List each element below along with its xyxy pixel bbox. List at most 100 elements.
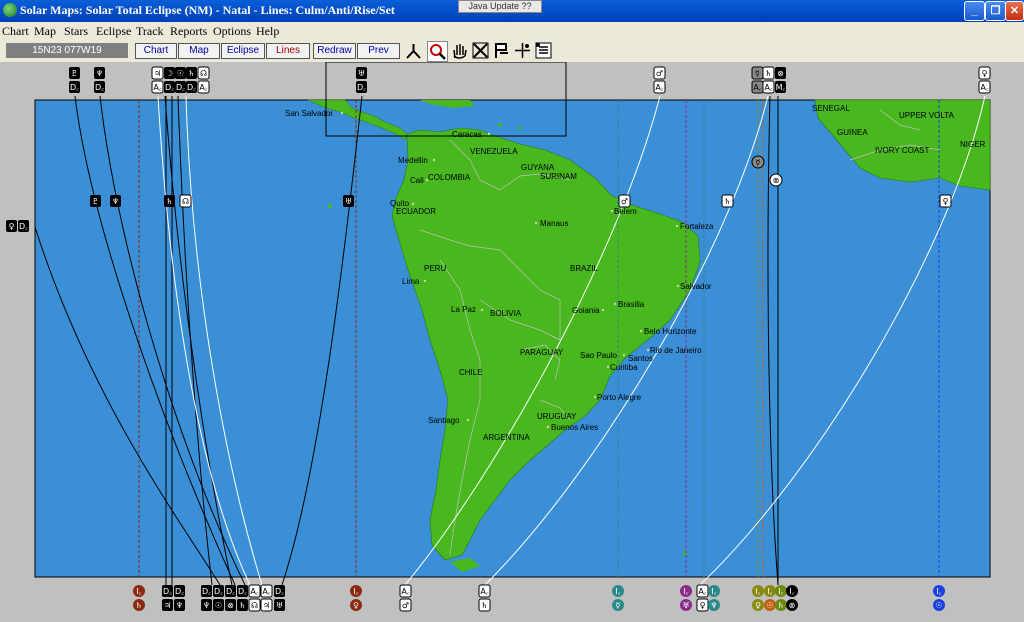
title-bar: Solar Maps: Solar Total Eclipse (NM) - N… <box>0 0 1024 22</box>
svg-text:♇: ♇ <box>92 197 99 206</box>
svg-text:M꜀: M꜀ <box>776 83 786 92</box>
menu-bar: Chart Map Stars Eclipse Track Reports Op… <box>0 22 1024 40</box>
mid-marker-fortune[interactable]: ⊗ <box>769 173 783 187</box>
java-update-tooltip[interactable]: Java Update ?? <box>458 0 542 13</box>
cross-tool-icon[interactable] <box>471 41 490 60</box>
zoom-tool-icon[interactable] <box>427 41 448 62</box>
city-goiania: Goiania <box>572 306 600 315</box>
country-colombia: COLOMBIA <box>428 173 471 182</box>
svg-text:♆: ♆ <box>203 601 210 610</box>
svg-text:♅: ♅ <box>276 601 283 610</box>
svg-text:A꜀: A꜀ <box>262 587 270 596</box>
country-brazil: BRAZIL <box>570 264 599 273</box>
menu-stars[interactable]: Stars <box>64 24 88 39</box>
svg-text:♅: ♅ <box>345 197 352 206</box>
svg-text:I꜀: I꜀ <box>353 587 358 596</box>
svg-text:D꜀: D꜀ <box>202 587 211 596</box>
city-la-paz: La Paz <box>451 305 476 314</box>
svg-text:A꜀: A꜀ <box>199 83 207 92</box>
mid-marker-uranus[interactable]: ♅ <box>343 195 354 207</box>
maximize-button[interactable]: ❐ <box>985 1 1006 21</box>
country-surinam: SURINAM <box>540 172 577 181</box>
minimize-button[interactable]: _ <box>964 1 985 21</box>
mid-marker-venus[interactable]: ♀ <box>939 194 952 208</box>
city-santos: Santos <box>628 354 653 363</box>
island <box>498 123 502 127</box>
menu-help[interactable]: Help <box>256 24 279 39</box>
city-rio-de-janeiro: Rio de Janeiro <box>650 346 702 355</box>
svg-text:♄: ♄ <box>481 601 488 610</box>
svg-text:D꜀: D꜀ <box>187 83 196 92</box>
svg-text:♀: ♀ <box>353 601 359 610</box>
menu-eclipse[interactable]: Eclipse <box>96 24 131 39</box>
menu-reports[interactable]: Reports <box>170 24 207 39</box>
crosshair-tool-icon[interactable] <box>513 41 532 60</box>
svg-text:♄: ♄ <box>166 197 173 206</box>
svg-text:♃: ♃ <box>154 69 161 78</box>
svg-text:I꜀: I꜀ <box>136 587 141 596</box>
chart-button[interactable]: Chart <box>135 43 177 59</box>
city-sao-paulo: Sao Paulo <box>580 351 617 360</box>
svg-text:♆: ♆ <box>176 601 183 610</box>
mid-marker-mercury[interactable]: ☿ <box>751 155 765 169</box>
menu-track[interactable]: Track <box>136 24 164 39</box>
svg-text:D꜀: D꜀ <box>175 587 184 596</box>
svg-text:A꜀: A꜀ <box>764 83 772 92</box>
svg-text:I꜀: I꜀ <box>767 587 772 596</box>
eclipse-button[interactable]: Eclipse <box>221 43 265 59</box>
mid-marker-mars[interactable]: ♂ <box>618 194 631 208</box>
svg-text:I꜀: I꜀ <box>778 587 783 596</box>
svg-text:I꜀: I꜀ <box>615 587 620 596</box>
country-ecuador: ECUADOR <box>396 207 436 216</box>
lines-button[interactable]: Lines <box>266 43 310 59</box>
prev-button[interactable]: Prev <box>357 43 400 59</box>
menu-chart[interactable]: Chart <box>2 24 29 39</box>
info-tool-icon[interactable] <box>534 41 553 60</box>
svg-text:☊: ☊ <box>182 197 189 206</box>
mid-marker-neptune[interactable]: ♆ <box>110 195 121 207</box>
country-senegal: SENEGAL <box>812 104 850 113</box>
svg-text:⊗: ⊗ <box>789 601 796 610</box>
svg-text:☉: ☉ <box>935 601 942 610</box>
svg-text:☿: ☿ <box>755 69 760 78</box>
svg-text:♂: ♂ <box>656 69 663 78</box>
svg-text:♀: ♀ <box>943 197 949 206</box>
svg-text:D꜀: D꜀ <box>70 83 79 92</box>
svg-text:☿: ☿ <box>756 158 761 167</box>
person-tool-icon[interactable] <box>404 41 423 60</box>
svg-text:D꜀: D꜀ <box>176 83 185 92</box>
menu-map[interactable]: Map <box>34 24 56 39</box>
mid-marker-saturn[interactable]: ♄ <box>164 195 175 207</box>
svg-text:♀: ♀ <box>755 601 761 610</box>
country-venezuela: VENEZUELA <box>470 147 518 156</box>
redraw-button[interactable]: Redraw <box>313 43 356 59</box>
svg-text:♅: ♅ <box>682 601 689 610</box>
svg-text:⊗: ⊗ <box>777 69 784 78</box>
map-canvas[interactable]: ♇ D꜀ ♆ D꜀ ♃ A꜀ ☽ D꜀ ☉ D꜀ ♄ D꜀ ☊ A꜀ ♅ D꜀ <box>0 62 1024 622</box>
city-manaus: Manaus <box>540 219 568 228</box>
country-guinea: GUINEA <box>837 128 868 137</box>
toolbar: 15N23 077W19 Chart Map Eclipse Lines Red… <box>0 40 1024 62</box>
mid-marker-saturn-2[interactable]: ♄ <box>721 194 734 208</box>
country-argentina: ARGENTINA <box>483 433 530 442</box>
city-medellin: Medellin <box>398 156 428 165</box>
close-button[interactable]: ✕ <box>1005 1 1024 21</box>
city-santiago: Santiago <box>428 416 460 425</box>
hand-tool-icon[interactable] <box>450 41 469 60</box>
svg-text:D꜀: D꜀ <box>357 83 366 92</box>
flag-tool-icon[interactable] <box>492 41 511 60</box>
svg-text:A꜀: A꜀ <box>250 587 258 596</box>
menu-options[interactable]: Options <box>213 24 251 39</box>
country-ivory-coast: IVORY COAST <box>875 146 930 155</box>
svg-text:☉: ☉ <box>766 601 773 610</box>
mid-marker-pluto[interactable]: ♇ <box>90 195 101 207</box>
svg-text:♀: ♀ <box>982 69 988 78</box>
city-cali: Cali <box>410 176 424 185</box>
svg-text:♄: ♄ <box>765 69 772 78</box>
svg-text:D꜀: D꜀ <box>214 587 223 596</box>
map-button[interactable]: Map <box>178 43 220 59</box>
mid-marker-node[interactable]: ☊ <box>179 194 192 208</box>
city-belem: Belem <box>614 207 637 216</box>
city-fortaleza: Fortaleza <box>680 222 714 231</box>
svg-text:I꜀: I꜀ <box>683 587 688 596</box>
